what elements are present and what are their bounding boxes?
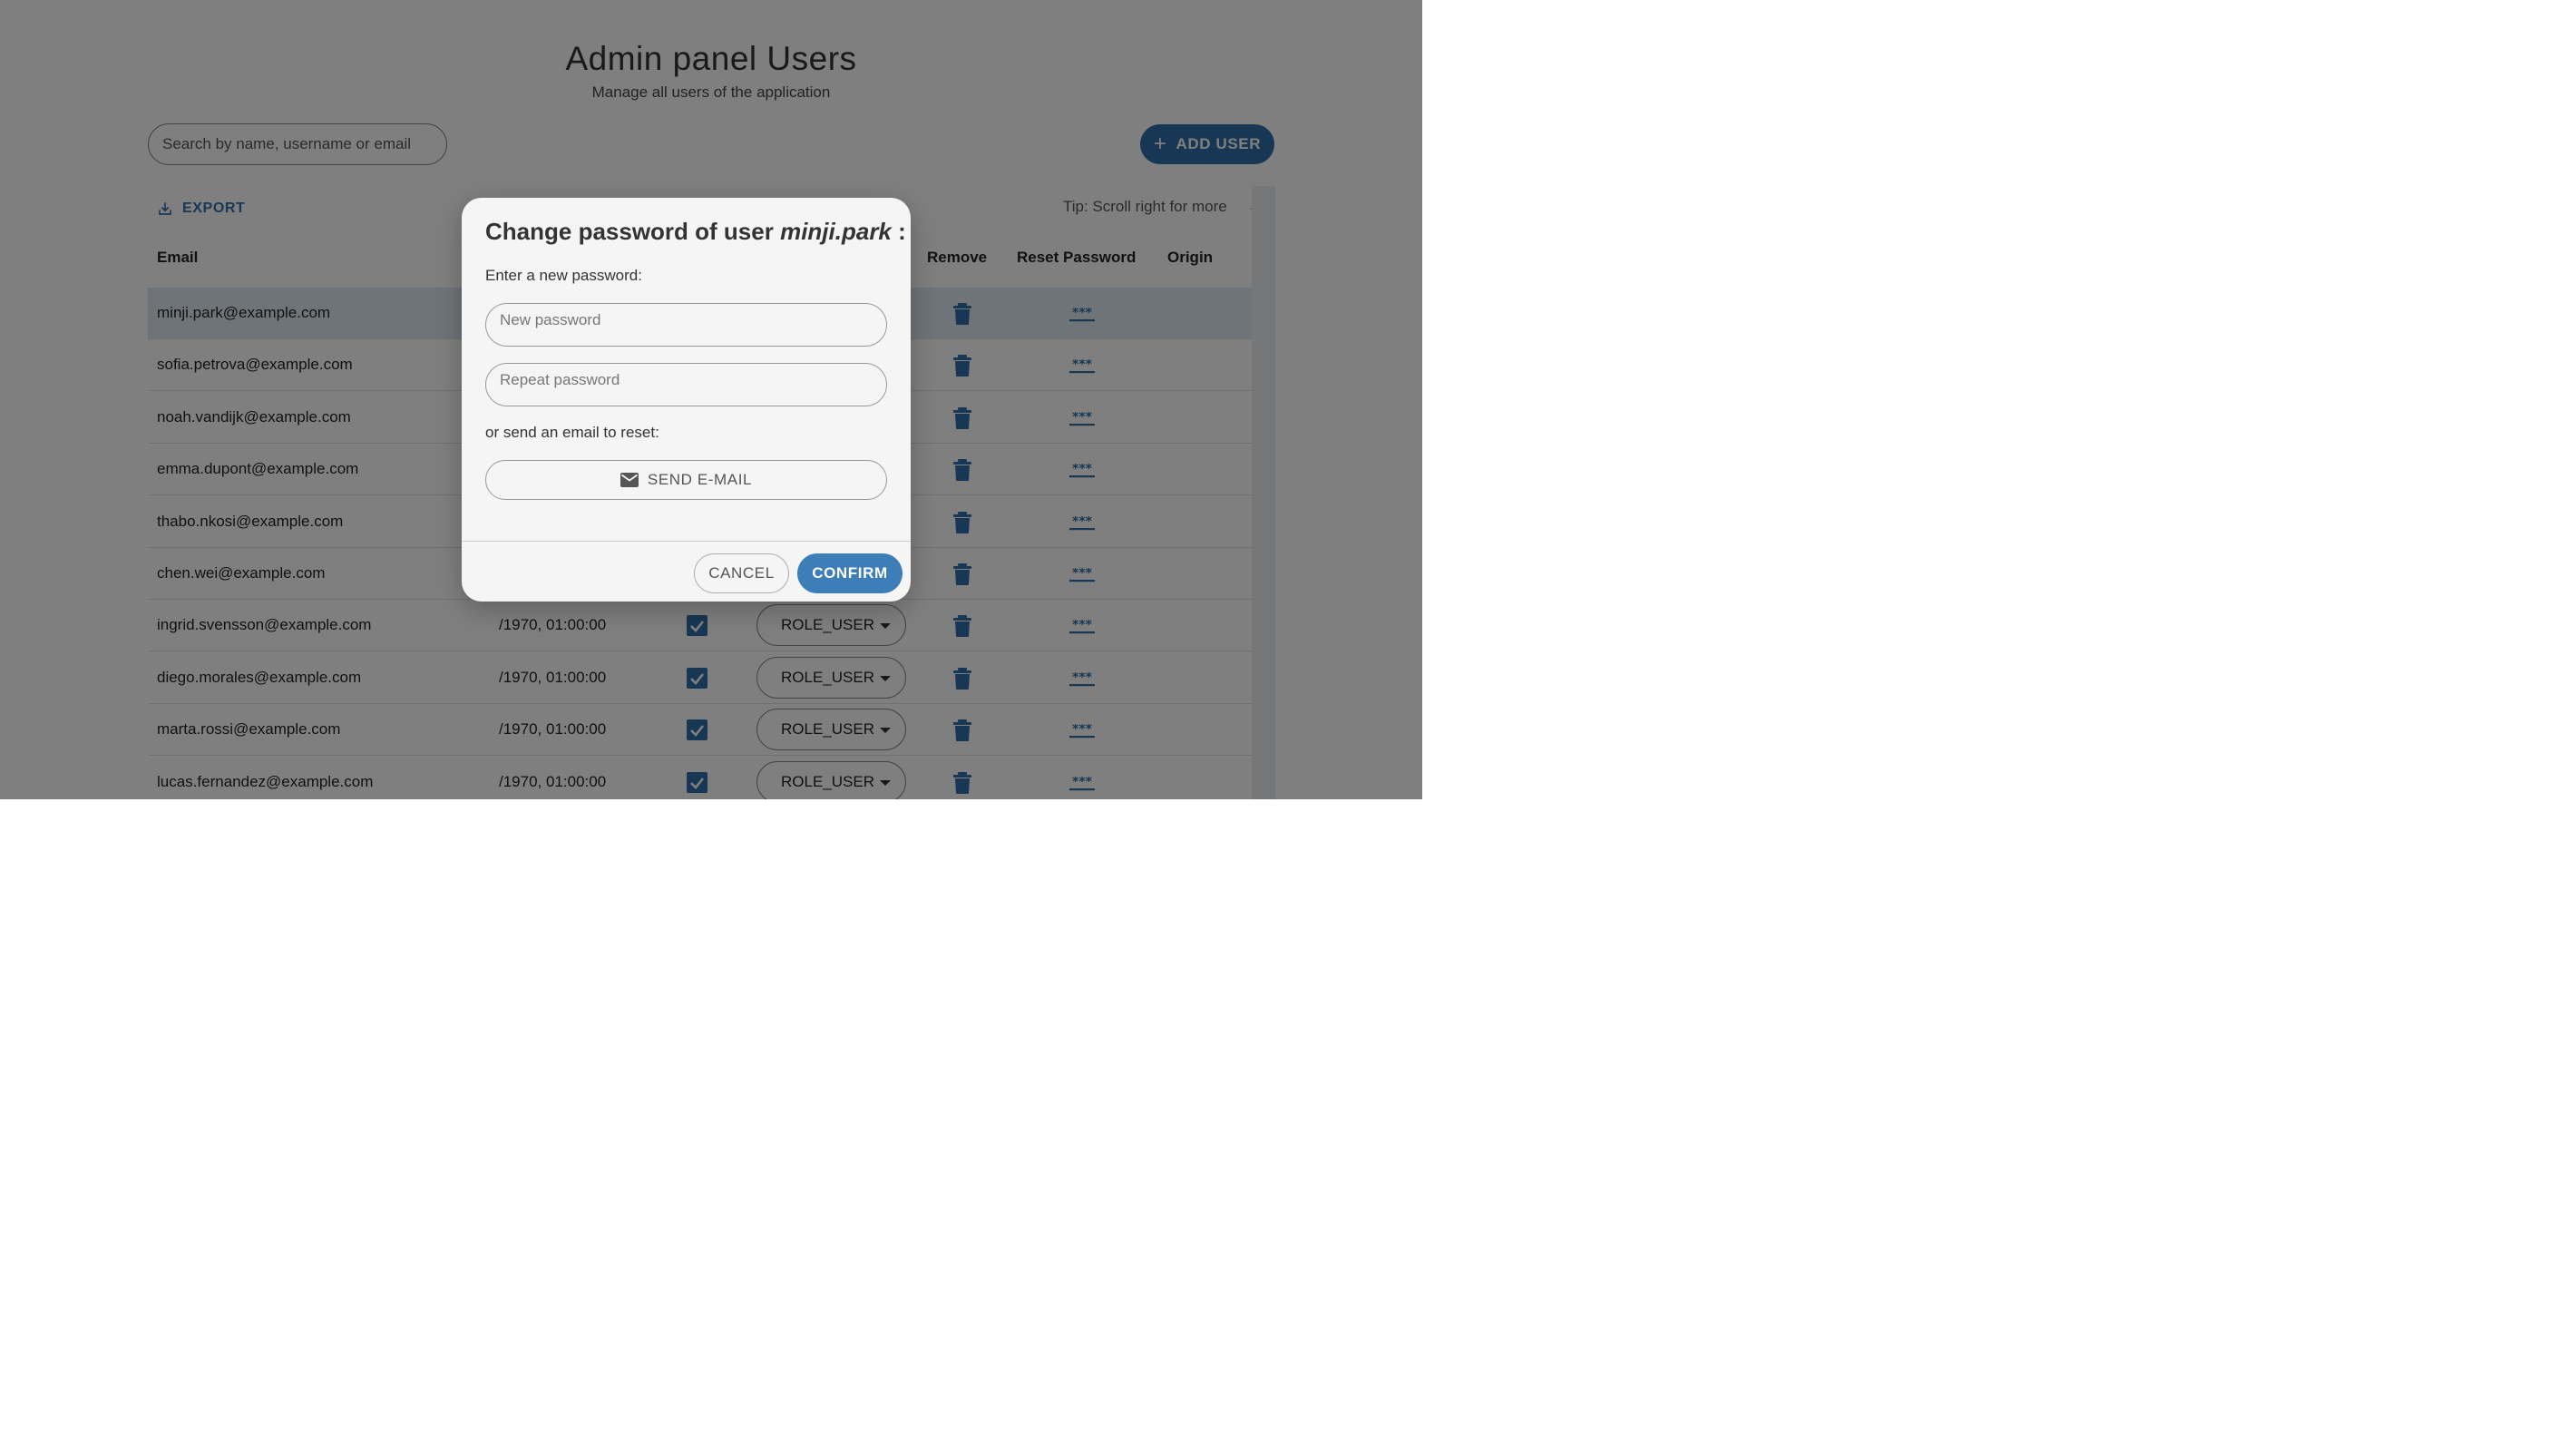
repeat-password-field[interactable] bbox=[485, 363, 887, 406]
confirm-button[interactable]: CONFIRM bbox=[797, 553, 903, 593]
dialog-username: minji.park bbox=[780, 218, 892, 245]
send-email-label: SEND E-MAIL bbox=[647, 471, 753, 488]
send-email-button[interactable]: SEND E-MAIL bbox=[485, 460, 887, 500]
new-password-field[interactable] bbox=[485, 303, 887, 347]
admin-users-page: Admin panel Users Manage all users of th… bbox=[0, 0, 1422, 799]
cancel-button[interactable]: CANCEL bbox=[694, 553, 789, 593]
change-password-dialog: Change password of user minji.park : Ent… bbox=[462, 198, 911, 602]
enter-password-label: Enter a new password: bbox=[485, 267, 642, 284]
dialog-title: Change password of user minji.park : bbox=[485, 218, 906, 246]
dialog-title-suffix: : bbox=[898, 218, 906, 245]
dialog-divider bbox=[462, 541, 911, 542]
mail-icon bbox=[620, 473, 639, 487]
send-email-hint: or send an email to reset: bbox=[485, 424, 659, 441]
dialog-title-prefix: Change password of user bbox=[485, 218, 774, 245]
